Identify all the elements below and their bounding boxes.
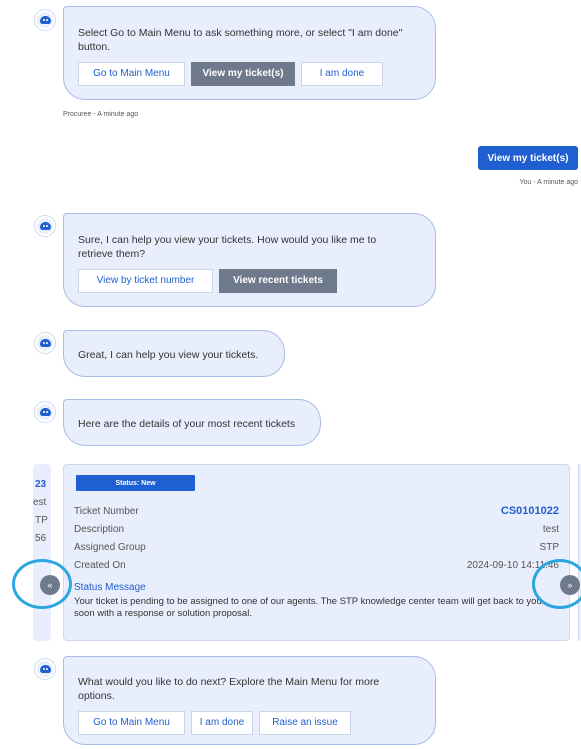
i-am-done-button[interactable]: I am done [301, 62, 383, 86]
assigned-group-value: STP [539, 542, 559, 553]
bot-avatar [35, 10, 55, 30]
bot-avatar [35, 216, 55, 236]
go-to-main-menu-button[interactable]: Go to Main Menu [78, 62, 185, 86]
created-on-label: Created On [74, 560, 126, 571]
message-text: Here are the details of your most recent… [78, 418, 296, 430]
bot-avatar [35, 402, 55, 422]
status-message: Your ticket is pending to be assigned to… [74, 596, 542, 619]
highlight-ring-right [532, 559, 581, 609]
status-message-label: Status Message [74, 582, 146, 593]
view-my-tickets-button[interactable]: View my ticket(s) [191, 62, 295, 86]
user-message-meta: You - A minute ago [519, 179, 578, 186]
message-text: Great, I can help you view your tickets. [78, 349, 259, 361]
highlight-ring-left [12, 559, 72, 609]
view-by-ticket-number-button[interactable]: View by ticket number [78, 269, 213, 293]
assigned-group-label: Assigned Group [74, 542, 146, 553]
previous-ticket-group: TP [35, 515, 48, 526]
bot-message: Sure, I can help you view your tickets. … [63, 213, 436, 307]
bot-icon [39, 408, 51, 416]
previous-ticket-created: 56 [35, 533, 47, 544]
bot-avatar [35, 659, 55, 679]
bot-icon [39, 665, 51, 673]
description-label: Description [74, 524, 125, 535]
bot-icon [39, 339, 51, 347]
bot-message: What would you like to do next? Explore … [63, 656, 436, 745]
previous-ticket-number: 23 [35, 479, 47, 490]
go-to-main-menu-button[interactable]: Go to Main Menu [78, 711, 185, 735]
message-text: What would you like to do next? Explore … [78, 676, 380, 702]
bot-message: Select Go to Main Menu to ask something … [63, 6, 436, 100]
bot-icon [39, 222, 51, 230]
i-am-done-button[interactable]: I am done [191, 711, 253, 735]
bot-message: Here are the details of your most recent… [63, 399, 321, 446]
previous-ticket-description: est [33, 497, 47, 508]
message-text: Sure, I can help you view your tickets. … [78, 234, 377, 260]
bot-avatar [35, 333, 55, 353]
message-text: Select Go to Main Menu to ask something … [78, 27, 403, 53]
bot-message: Great, I can help you view your tickets. [63, 330, 285, 377]
ticket-card: Status: New Ticket Number CS0101022 Desc… [63, 464, 570, 641]
status-badge: Status: New [76, 475, 195, 491]
ticket-number-value[interactable]: CS0101022 [501, 505, 559, 517]
previous-ticket-card: 23 est TP 56 [33, 464, 51, 641]
view-recent-tickets-button[interactable]: View recent tickets [219, 269, 337, 293]
ticket-number-label: Ticket Number [74, 506, 139, 517]
raise-an-issue-button[interactable]: Raise an issue [259, 711, 351, 735]
user-message: View my ticket(s) [478, 146, 578, 170]
message-meta: Procuree - A minute ago [63, 111, 139, 118]
bot-icon [39, 16, 51, 24]
description-value: test [542, 524, 559, 535]
